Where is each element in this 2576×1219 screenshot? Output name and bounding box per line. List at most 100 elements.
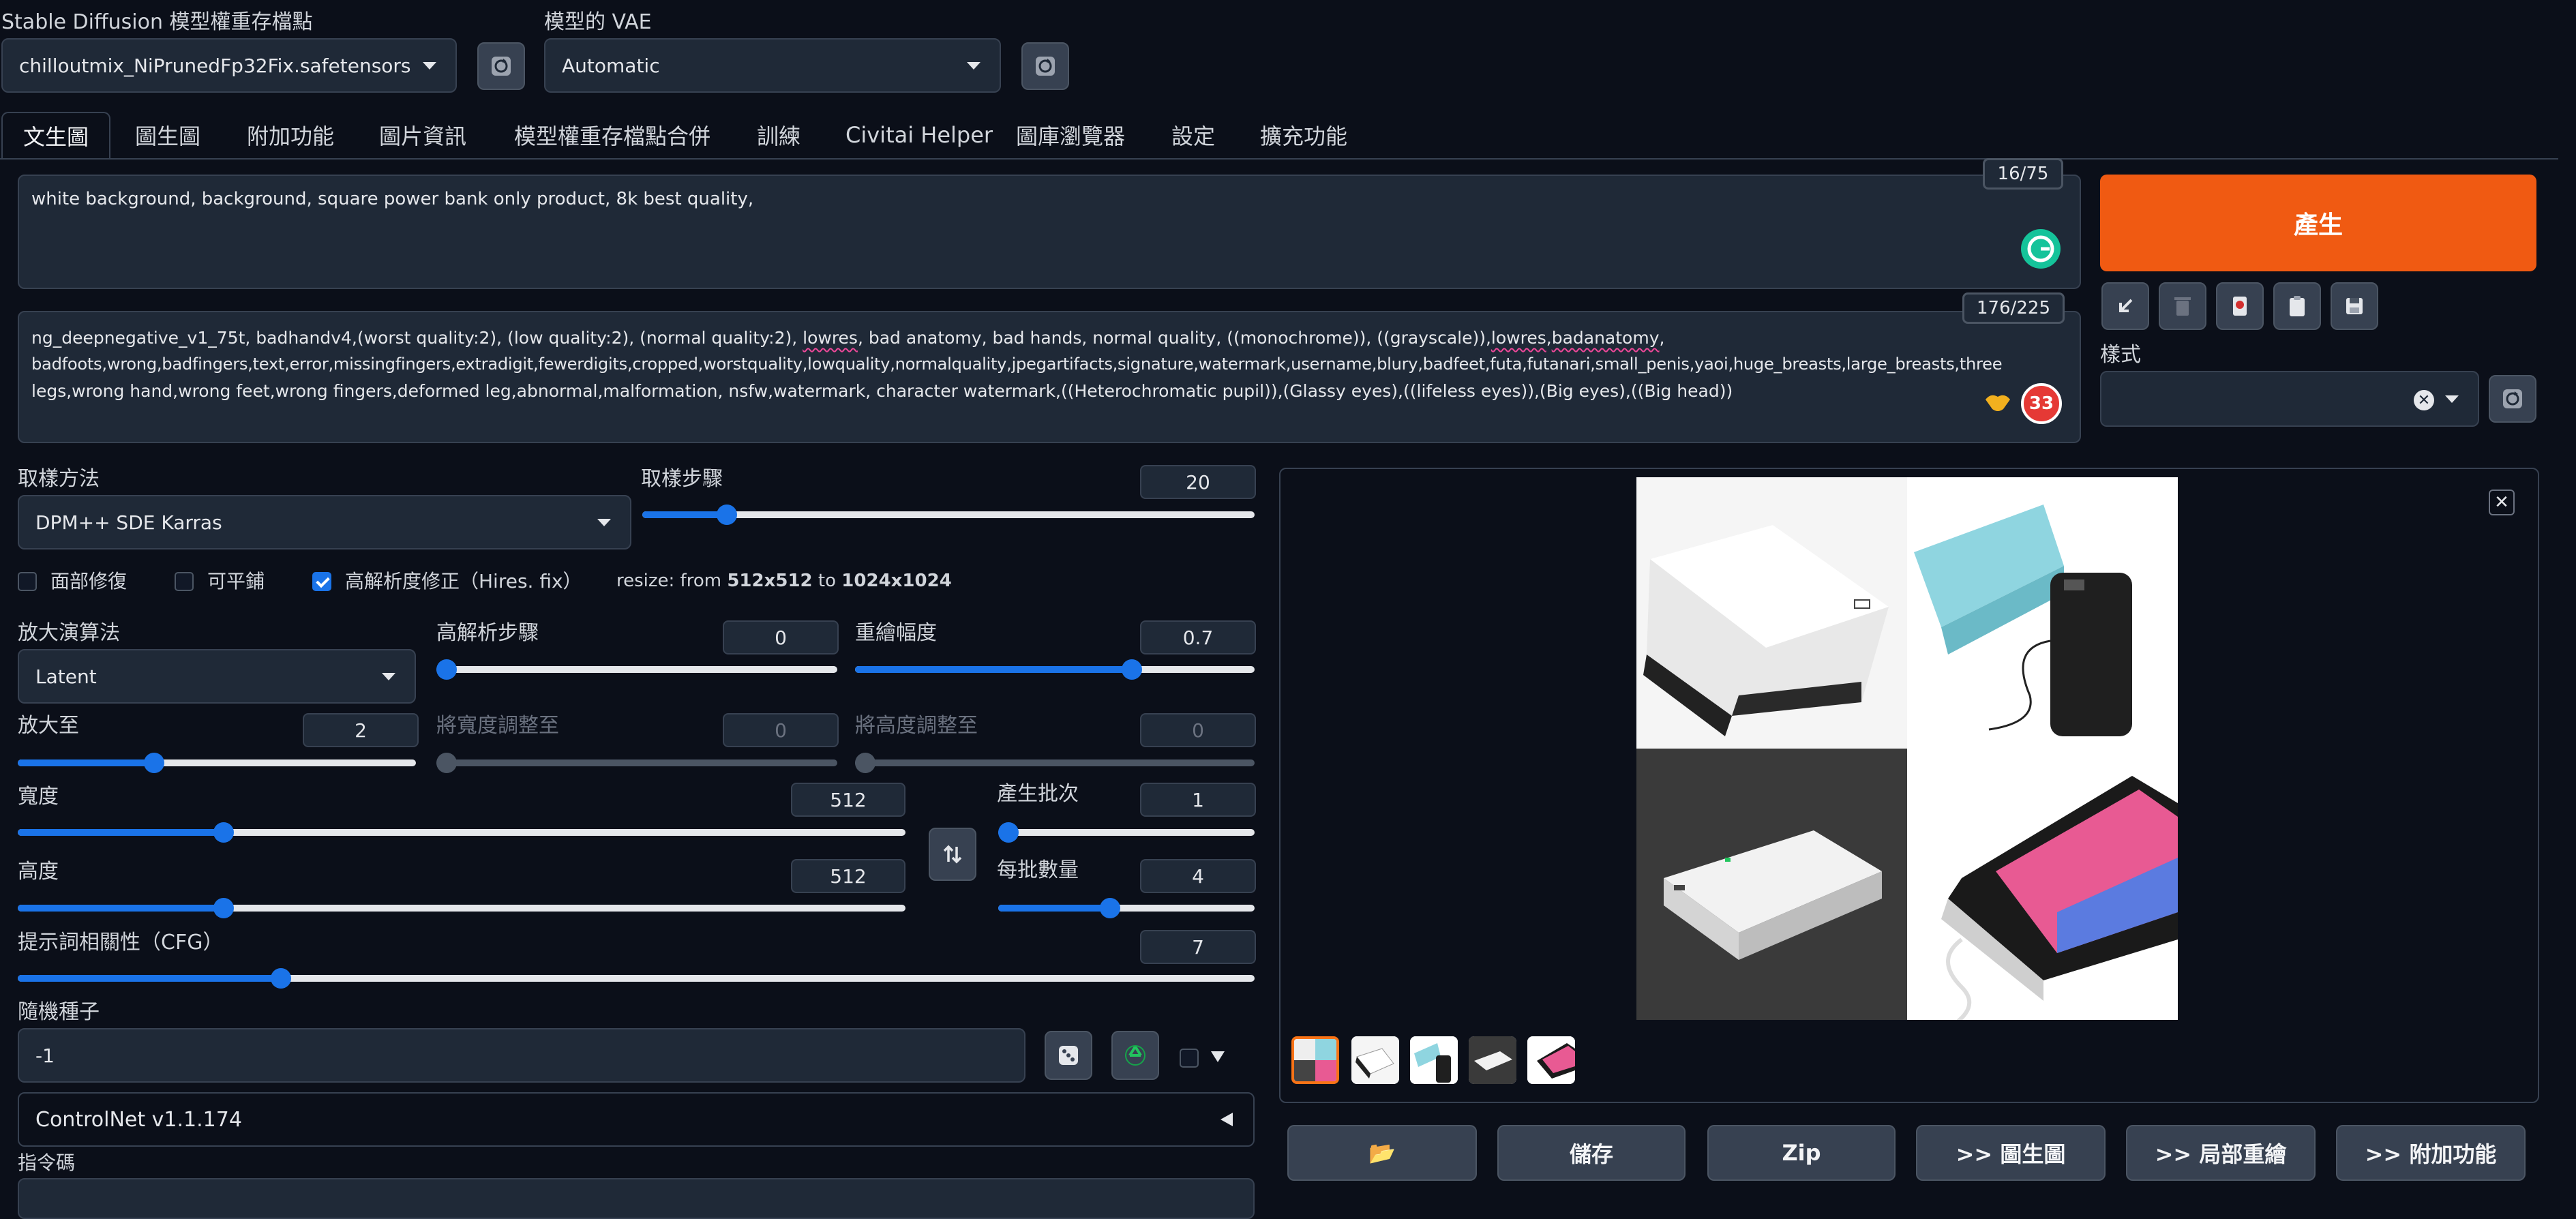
upscaler-dropdown[interactable]: Latent <box>18 649 416 704</box>
positive-prompt-text: white background, background, square pow… <box>31 189 754 209</box>
emoji-badge-icon[interactable]: 33 <box>2021 383 2062 424</box>
tab-txt2img[interactable]: 文生圖 <box>1 112 111 158</box>
clipboard-icon <box>2290 296 2305 316</box>
thumbnail-2[interactable] <box>1410 1036 1458 1084</box>
tab-extras[interactable]: 附加功能 <box>247 112 334 158</box>
vae-dropdown[interactable]: Automatic <box>544 38 1001 93</box>
batch-count-slider[interactable] <box>998 822 1255 843</box>
height-slider[interactable] <box>18 898 905 918</box>
cfg-input[interactable]: 7 <box>1140 930 1256 964</box>
tab-img2img[interactable]: 圖生圖 <box>135 112 200 158</box>
batch-size-slider[interactable] <box>998 898 1255 918</box>
style-dropdown[interactable]: ✕ <box>2100 371 2479 427</box>
refresh-checkpoint-button[interactable] <box>477 42 525 90</box>
denoising-strength-slider[interactable] <box>855 659 1255 680</box>
handshake-icon[interactable] <box>1984 390 2011 413</box>
preview-tile-3 <box>1636 749 1907 1020</box>
seed-input[interactable]: -1 <box>18 1028 1025 1083</box>
preview-tile-1 <box>1636 477 1907 749</box>
batch-count-input[interactable]: 1 <box>1140 783 1256 817</box>
tab-train[interactable]: 訓練 <box>757 112 800 158</box>
batch-size-label: 每批數量 <box>997 858 1079 882</box>
height-input[interactable]: 512 <box>791 859 905 893</box>
chevron-down-icon <box>967 62 980 70</box>
denoising-strength-input[interactable]: 0.7 <box>1140 620 1256 654</box>
dice-icon <box>1059 1046 1078 1065</box>
script-label: 指令碼 <box>18 1152 76 1174</box>
refresh-vae-button[interactable] <box>1021 42 1069 90</box>
negative-prompt-input[interactable]: ng_deepnegative_v1_75t, badhandv4,(worst… <box>18 311 2081 443</box>
send-to-img2img-button[interactable]: >> 圖生圖 <box>1916 1125 2106 1181</box>
recycle-icon <box>1125 1045 1145 1066</box>
preview-grid-image[interactable] <box>1636 477 2178 1020</box>
checkpoint-label: Stable Diffusion 模型權重存檔點 <box>1 10 313 34</box>
emoji-badge-count: 33 <box>2028 393 2054 414</box>
hires-steps-slider[interactable] <box>436 659 837 680</box>
reuse-seed-button[interactable] <box>1111 1031 1159 1080</box>
refresh-icon <box>1036 57 1055 76</box>
clear-style-icon[interactable]: ✕ <box>2414 390 2434 410</box>
resize-width-label: 將寬度調整至 <box>436 714 559 738</box>
tab-checkpoint-merger[interactable]: 模型權重存檔點合併 <box>514 112 710 158</box>
thumbnail-3[interactable] <box>1469 1036 1516 1084</box>
sampling-steps-slider[interactable] <box>642 505 1255 525</box>
checkpoint-dropdown[interactable]: chilloutmix_NiPrunedFp32Fix.safetensors <box>1 38 457 93</box>
positive-prompt-input[interactable]: white background, background, square pow… <box>18 175 2081 289</box>
generate-button[interactable]: 產生 <box>2100 175 2536 271</box>
clear-prompt-button[interactable] <box>2159 282 2206 330</box>
zip-button[interactable]: Zip <box>1707 1125 1896 1181</box>
tab-settings[interactable]: 設定 <box>1171 112 1215 158</box>
hires-fix-label: 高解析度修正（Hires. fix） <box>345 570 582 592</box>
tab-png-info[interactable]: 圖片資訊 <box>379 112 466 158</box>
width-label: 寬度 <box>18 785 59 809</box>
tab-extensions[interactable]: 擴充功能 <box>1260 112 1347 158</box>
checkpoint-value: chilloutmix_NiPrunedFp32Fix.safetensors <box>19 54 411 77</box>
tiling-checkbox[interactable] <box>175 572 194 591</box>
face-restore-checkbox[interactable] <box>18 572 37 591</box>
save-style-button[interactable] <box>2331 282 2378 330</box>
negative-prompt-line-2: badfoots,wrong,badfingers,text,error,mis… <box>31 355 2003 374</box>
batch-count-label: 產生批次 <box>997 782 1079 806</box>
script-dropdown[interactable] <box>18 1178 1255 1219</box>
controlnet-title: ControlNet v1.1.174 <box>35 1108 242 1132</box>
hires-fix-checkbox[interactable] <box>312 572 331 591</box>
resize-height-label: 將高度調整至 <box>855 714 978 738</box>
open-folder-button[interactable]: 📂 <box>1287 1125 1477 1181</box>
preview-tile-4 <box>1907 749 2178 1020</box>
random-seed-button[interactable] <box>1045 1031 1092 1080</box>
thumbnail-grid[interactable] <box>1291 1036 1339 1084</box>
upscaler-label: 放大演算法 <box>18 621 120 645</box>
close-preview-icon[interactable]: ✕ <box>2489 490 2515 515</box>
upscale-by-slider[interactable] <box>18 753 416 773</box>
sampling-steps-input[interactable]: 20 <box>1140 465 1256 499</box>
resize-info: resize: from 512x512 to 1024x1024 <box>616 571 952 591</box>
batch-size-input[interactable]: 4 <box>1140 859 1256 893</box>
denoising-strength-label: 重繪幅度 <box>855 621 937 645</box>
tab-civitai-helper[interactable]: Civitai Helper <box>845 112 993 158</box>
refresh-icon <box>2503 389 2522 408</box>
extra-seed-checkbox[interactable] <box>1180 1049 1199 1068</box>
controlnet-accordion[interactable]: ControlNet v1.1.174 <box>18 1092 1255 1147</box>
send-to-inpaint-button[interactable]: >> 局部重繪 <box>2126 1125 2316 1181</box>
swap-dimensions-button[interactable] <box>929 828 976 881</box>
apply-style-button[interactable] <box>2273 282 2321 330</box>
save-button[interactable]: 儲存 <box>1497 1125 1686 1181</box>
thumbnail-4[interactable] <box>1527 1036 1575 1084</box>
chevron-down-icon <box>423 62 436 70</box>
resize-height-input: 0 <box>1140 713 1256 747</box>
tab-image-browser[interactable]: 圖庫瀏覽器 <box>1016 112 1125 158</box>
width-input[interactable]: 512 <box>791 783 905 817</box>
sampling-method-dropdown[interactable]: DPM++ SDE Karras <box>18 495 631 550</box>
read-params-button[interactable] <box>2101 282 2149 330</box>
send-to-extras-button[interactable]: >> 附加功能 <box>2336 1125 2526 1181</box>
show-extra-networks-button[interactable] <box>2216 282 2264 330</box>
upscale-by-input[interactable]: 2 <box>303 713 419 747</box>
folder-icon: 📂 <box>1368 1140 1396 1166</box>
extra-seed-toggle-icon[interactable] <box>1211 1051 1225 1062</box>
cfg-slider[interactable] <box>18 968 1255 989</box>
hires-steps-input[interactable]: 0 <box>723 620 839 654</box>
refresh-styles-button[interactable] <box>2489 375 2536 423</box>
grammarly-icon[interactable] <box>2021 229 2061 269</box>
thumbnail-1[interactable] <box>1351 1036 1399 1084</box>
width-slider[interactable] <box>18 822 905 843</box>
